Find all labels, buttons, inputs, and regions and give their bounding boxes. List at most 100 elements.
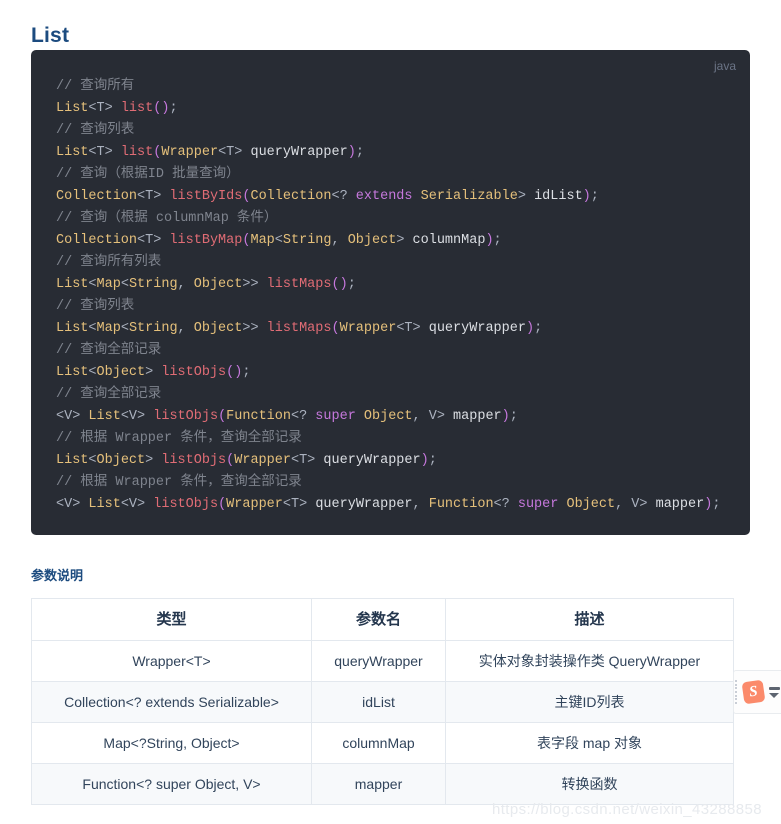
code-token: // 查询列表: [56, 299, 135, 314]
keyboard-collapse-icon[interactable]: [768, 686, 781, 698]
code-token: String: [128, 321, 178, 336]
code-token: listByIds: [169, 189, 243, 204]
code-line: List<Map<String, Object>> listMaps(Wrapp…: [56, 318, 740, 340]
code-token: <T>: [218, 145, 243, 160]
code-token: Map: [96, 277, 121, 292]
code-token: Wrapper: [161, 145, 219, 160]
code-token: <T>: [290, 453, 316, 468]
code-token: (): [331, 277, 348, 292]
code-line: // 查询全部记录: [56, 340, 740, 362]
code-token: ): [420, 453, 429, 468]
code-token: (): [153, 101, 170, 116]
code-token: List: [88, 409, 121, 424]
code-token: Collection: [56, 233, 138, 248]
code-token: columnMap: [412, 233, 486, 248]
code-token: <: [88, 453, 97, 468]
code-token: <?: [493, 497, 510, 512]
code-token: // 查询（根据 columnMap 条件）: [56, 211, 278, 226]
code-token: queryWrapper: [315, 497, 413, 512]
cell-param-name: idList: [311, 681, 446, 723]
code-token: List: [56, 277, 89, 292]
code-token: Object: [193, 321, 243, 336]
code-token: (): [226, 365, 243, 380]
code-token: String: [282, 233, 332, 248]
drag-handle-icon[interactable]: [735, 678, 741, 706]
code-token: <T>: [88, 101, 113, 116]
code-line: Collection<T> listByIds(Collection<? ext…: [56, 186, 740, 208]
code-token: <: [120, 277, 129, 292]
code-token: Map: [96, 321, 121, 336]
code-token: Function: [226, 409, 291, 424]
code-token: , V>: [615, 497, 656, 512]
code-token: ): [485, 233, 494, 248]
code-token: (: [331, 321, 340, 336]
table-row: Collection<? extends Serializable> idList…: [31, 681, 734, 723]
code-token: ,: [177, 321, 194, 336]
code-token: listObjs: [153, 409, 219, 424]
code-token: listMaps: [266, 321, 332, 336]
code-line: // 查询列表: [56, 120, 740, 142]
table-row: Map<?String, Object> columnMap 表字段 map 对象: [31, 722, 734, 764]
table-column-header: 描述: [445, 598, 734, 641]
ime-floating-toolbar[interactable]: S: [733, 670, 781, 714]
code-token: List: [56, 101, 89, 116]
code-token: idList: [534, 189, 583, 204]
code-token: ;: [534, 321, 543, 336]
code-token: ;: [590, 189, 599, 204]
code-token: list: [120, 145, 154, 160]
code-line: // 查询（根据ID 批量查询）: [56, 164, 740, 186]
sogou-logo-icon[interactable]: S: [741, 679, 766, 705]
code-language-label: java: [713, 59, 736, 73]
code-token: list: [120, 101, 154, 116]
code-token: List: [56, 365, 89, 380]
code-token: ;: [509, 409, 518, 424]
code-token: ;: [169, 101, 178, 116]
code-token: >: [517, 189, 526, 204]
code-content[interactable]: // 查询所有 List<T> list();// 查询列表 List<T> lis…: [56, 76, 740, 516]
code-token: super: [517, 497, 559, 512]
code-token: <V>: [56, 409, 81, 424]
code-token: ,: [412, 497, 429, 512]
code-token: ;: [355, 145, 364, 160]
code-token: <: [88, 321, 97, 336]
code-token: listObjs: [161, 453, 227, 468]
code-token: <?: [331, 189, 348, 204]
code-line: // 查询列表: [56, 296, 740, 318]
code-token: Wrapper: [226, 497, 283, 512]
code-token: Collection: [250, 189, 332, 204]
watermark-url: https://blog.csdn.net/weixin_43288858: [492, 801, 762, 818]
code-token: <T>: [137, 189, 162, 204]
code-token: Object: [193, 277, 243, 292]
code-token: String: [128, 277, 178, 292]
code-line: // 查询所有列表: [56, 252, 740, 274]
cell-description: 表字段 map 对象: [445, 722, 734, 764]
code-token: List: [56, 453, 89, 468]
code-token: // 查询全部记录: [56, 343, 162, 358]
code-token: queryWrapper: [250, 145, 348, 160]
code-token: Wrapper: [339, 321, 397, 336]
code-token: listByMap: [169, 233, 243, 248]
code-token: ): [582, 189, 591, 204]
cell-description: 主键ID列表: [445, 681, 734, 723]
cell-param-name: columnMap: [311, 722, 446, 764]
code-token: Function: [428, 497, 494, 512]
code-line: List<Map<String, Object>> listMaps();: [56, 274, 740, 296]
cell-param-name: queryWrapper: [311, 640, 446, 682]
code-token: // 查询所有: [56, 79, 135, 94]
code-token: <?: [290, 409, 308, 424]
code-token: List: [56, 145, 89, 160]
code-line: List<T> list();: [56, 98, 740, 120]
code-line: <V> List<V> listObjs(Function<? super Ob…: [56, 406, 740, 428]
code-token: ): [501, 409, 510, 424]
code-token: ;: [347, 277, 356, 292]
cell-type: Wrapper<T>: [31, 640, 312, 682]
code-token: // 根据 Wrapper 条件，查询全部记录: [56, 475, 302, 490]
code-token: Serializable: [420, 189, 518, 204]
code-token: mapper: [453, 409, 502, 424]
page-title: List: [31, 24, 70, 48]
code-token: <V>: [120, 409, 146, 424]
code-token: mapper: [655, 497, 705, 512]
